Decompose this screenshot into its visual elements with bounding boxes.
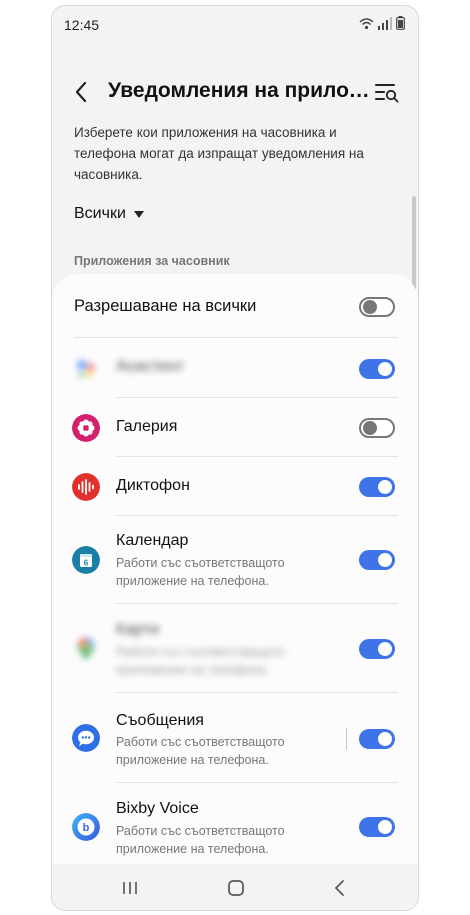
- status-bar: 12:45: [52, 6, 418, 42]
- phone-screen: 12:45 Уведомления на прилож... Изберете …: [51, 5, 419, 911]
- status-time: 12:45: [64, 17, 100, 33]
- app-row-maps[interactable]: Карти Работи със съответстващото приложе…: [52, 605, 418, 693]
- app-toggle[interactable]: [359, 817, 395, 837]
- svg-text:b: b: [83, 822, 90, 834]
- app-name: Карти: [116, 621, 160, 638]
- app-name: Bixby Voice: [116, 800, 199, 817]
- app-toggle[interactable]: [359, 418, 395, 438]
- bixby-icon: b: [72, 813, 100, 841]
- gallery-icon: [72, 414, 100, 442]
- page-title: Уведомления на прилож...: [108, 79, 378, 102]
- voice-recorder-icon: [72, 473, 100, 501]
- recents-icon[interactable]: [118, 876, 142, 900]
- allow-all-toggle[interactable]: [359, 297, 395, 317]
- app-row-assistant[interactable]: Асистент: [52, 339, 418, 398]
- back-icon[interactable]: [328, 876, 352, 900]
- allow-all-label: Разрешаване на всички: [74, 297, 257, 315]
- signal-icon: [378, 17, 392, 30]
- app-bar: Уведомления на прилож...: [52, 70, 418, 114]
- app-name: Календар: [116, 532, 189, 549]
- app-toggle[interactable]: [359, 477, 395, 497]
- messages-icon: [72, 724, 100, 752]
- assistant-icon: [77, 360, 95, 378]
- app-row-calendar[interactable]: 6 Календар Работи със съответстващото пр…: [52, 517, 418, 604]
- app-name: Съобщения: [116, 712, 204, 729]
- filter-selected-value: Всички: [74, 205, 126, 222]
- home-icon[interactable]: [224, 876, 248, 900]
- filter-dropdown[interactable]: Всички: [74, 205, 144, 223]
- apps-card: Разрешаване на всички Асистент Галерия Д…: [52, 274, 418, 871]
- app-subtitle: Работи със съответстващото приложение на…: [116, 556, 285, 588]
- app-row-bixby-voice[interactable]: b Bixby Voice Работи със съответстващото…: [52, 784, 418, 871]
- maps-icon: [78, 638, 94, 660]
- calendar-icon: 6: [72, 546, 100, 574]
- caret-down-icon: [133, 210, 144, 218]
- allow-all-row[interactable]: Разрешаване на всички: [52, 274, 418, 338]
- status-icons: [359, 16, 405, 30]
- wifi-icon: [359, 18, 374, 30]
- app-name: Асистент: [116, 358, 184, 375]
- app-subtitle: Работи със съответстващото приложение на…: [116, 645, 285, 677]
- chevron-left-icon[interactable]: [70, 78, 96, 106]
- app-row-gallery[interactable]: Галерия: [52, 399, 418, 457]
- navigation-bar: [52, 864, 418, 910]
- svg-text:6: 6: [84, 559, 89, 568]
- app-name: Диктофон: [116, 477, 190, 494]
- app-row-messages[interactable]: Съобщения Работи със съответстващото при…: [52, 694, 418, 783]
- list-search-icon[interactable]: [374, 80, 400, 106]
- section-label: Приложения за часовник: [74, 254, 230, 268]
- app-subtitle: Работи със съответстващото приложение на…: [116, 735, 285, 767]
- app-row-voice-recorder[interactable]: Диктофон: [52, 458, 418, 516]
- divider: [346, 728, 347, 750]
- app-toggle[interactable]: [359, 729, 395, 749]
- app-toggle[interactable]: [359, 359, 395, 379]
- app-name: Галерия: [116, 418, 178, 435]
- page-description: Изберете кои приложения на часовника и т…: [74, 125, 364, 182]
- app-toggle[interactable]: [359, 639, 395, 659]
- battery-icon: [396, 16, 405, 30]
- app-subtitle: Работи със съответстващото приложение на…: [116, 824, 285, 856]
- app-toggle[interactable]: [359, 550, 395, 570]
